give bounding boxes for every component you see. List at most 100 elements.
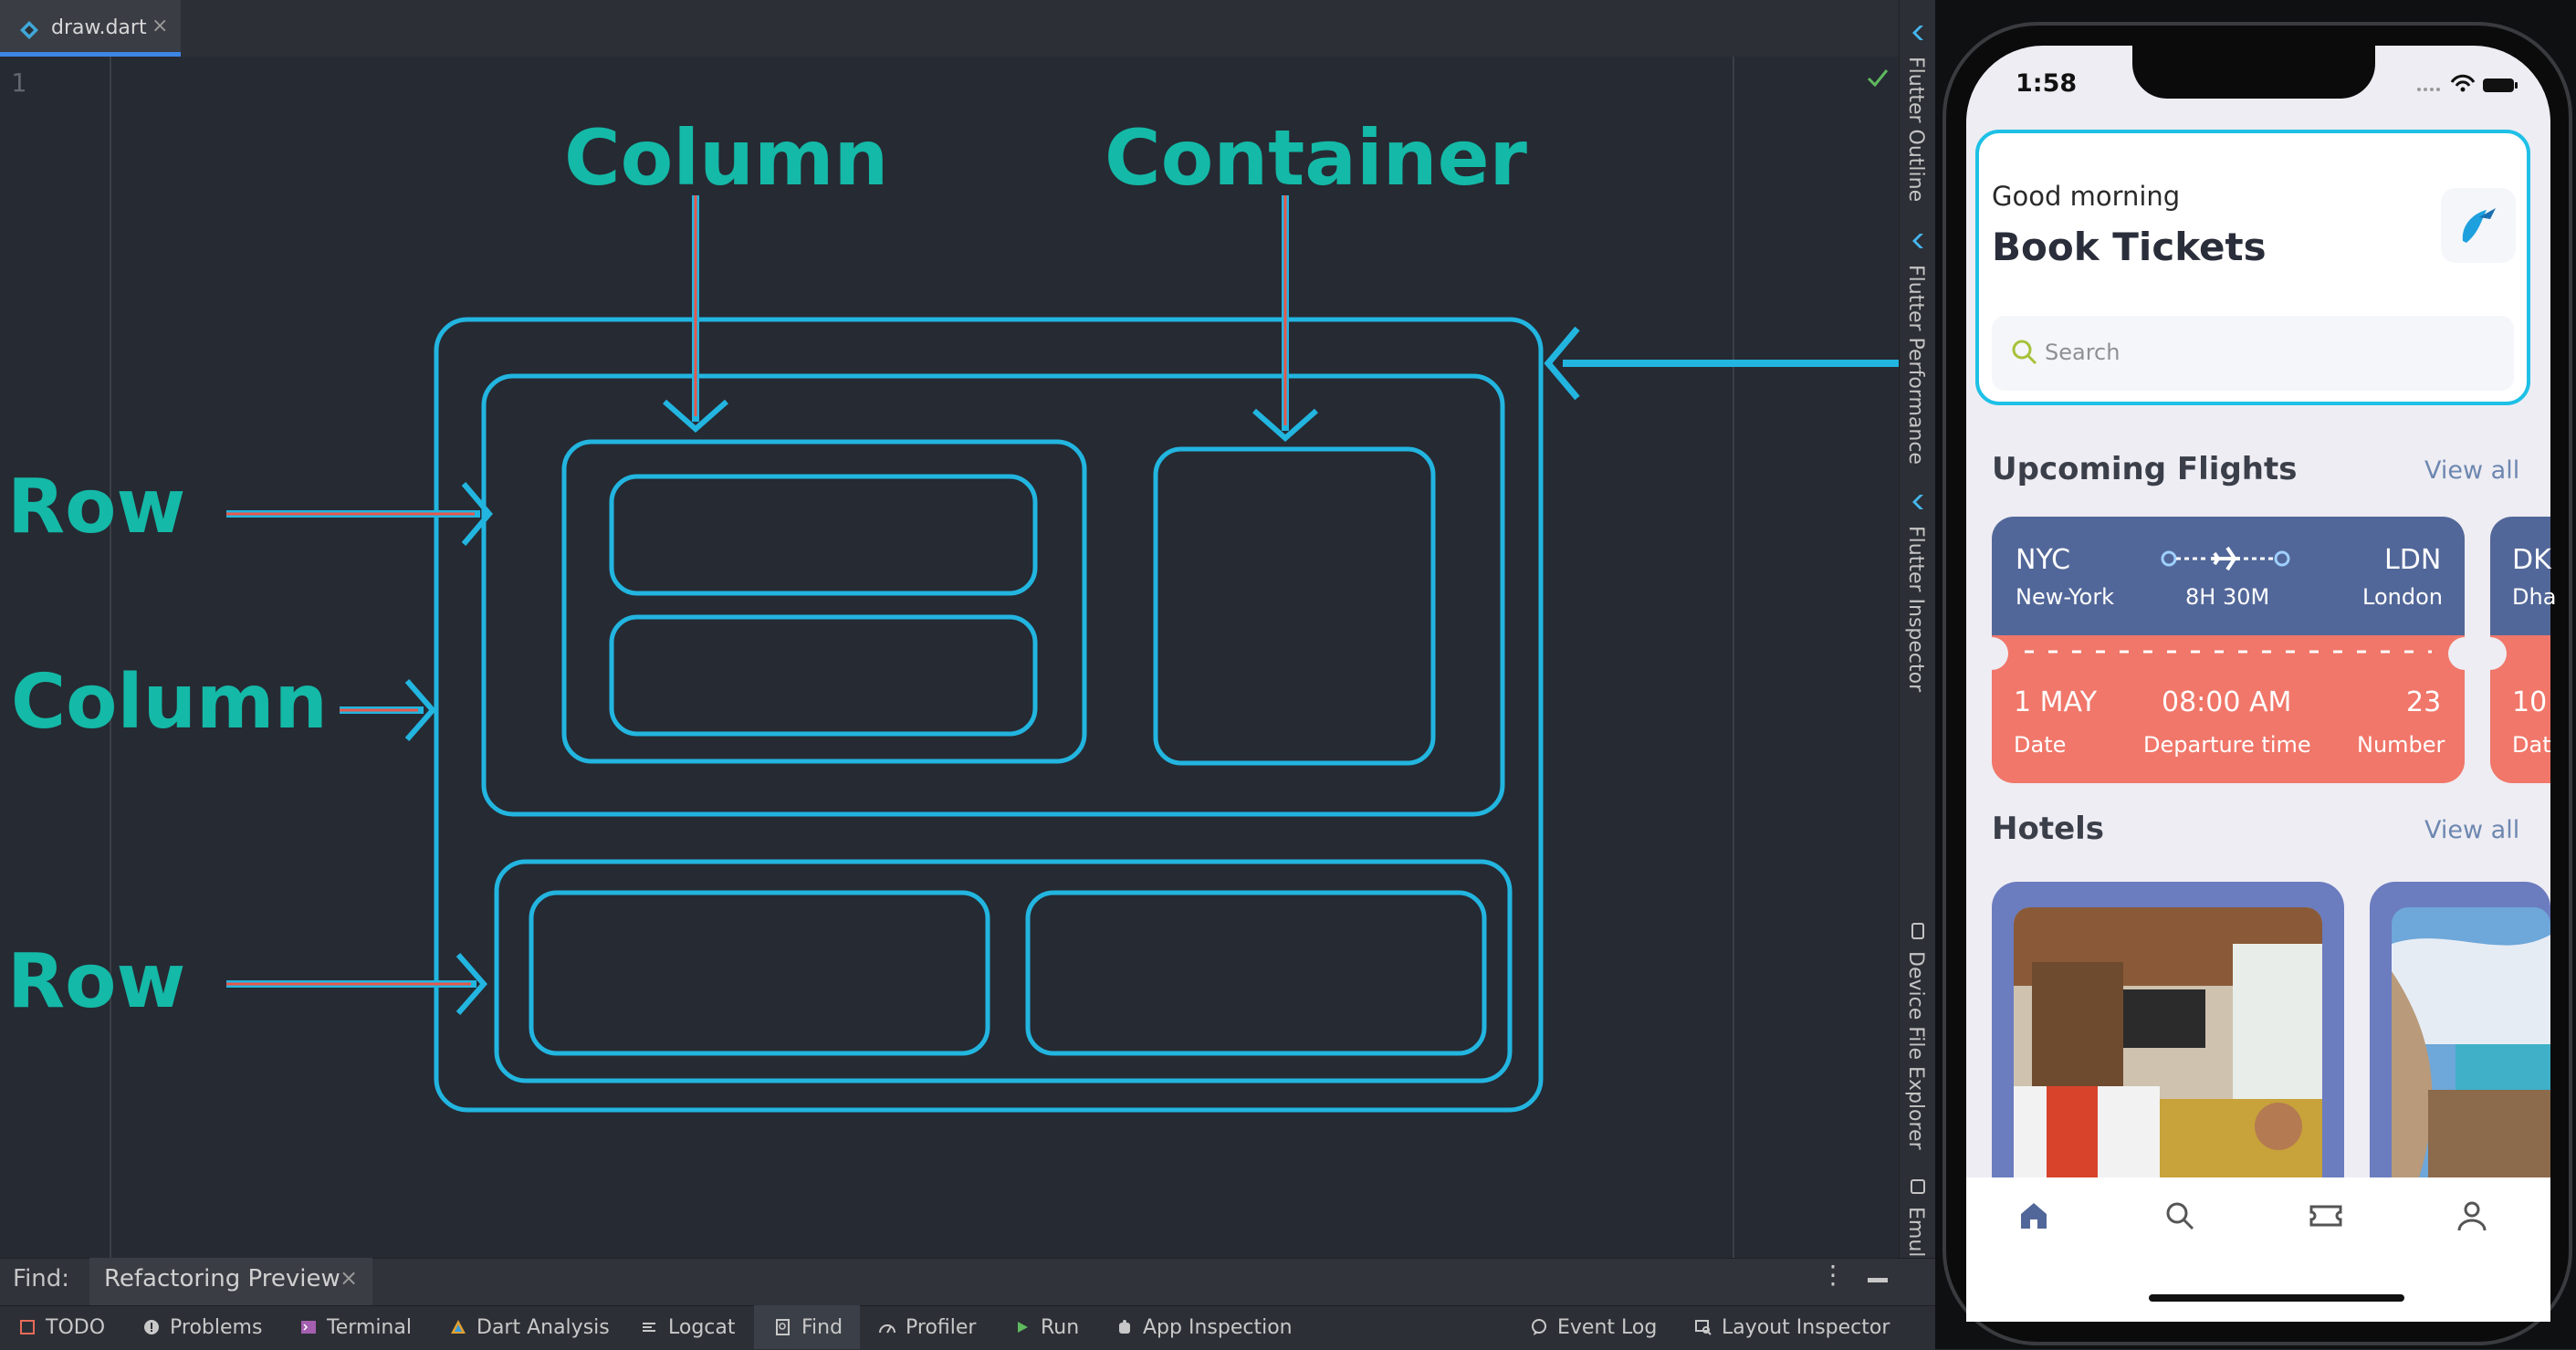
flutter-performance-icon	[1912, 234, 1923, 248]
refactoring-preview-close-icon[interactable]: ×	[340, 1265, 358, 1291]
terminal-icon	[301, 1321, 316, 1334]
logcat-icon	[643, 1323, 655, 1332]
ticket-perforation	[2025, 650, 2432, 654]
status-profiler[interactable]: Profiler	[878, 1305, 976, 1349]
run-icon	[1018, 1322, 1028, 1333]
find-icon	[776, 1319, 790, 1335]
minimize-icon[interactable]	[1868, 1278, 1888, 1282]
hotel-room-image	[2014, 907, 2322, 1177]
flight-number: 23	[2406, 686, 2442, 718]
flight-date: 1 MAY	[2014, 686, 2098, 718]
phone-notch	[2132, 42, 2375, 99]
status-event-log[interactable]: Event Log	[1530, 1305, 1657, 1349]
tool-device-file-explorer[interactable]: Device File Explorer	[1904, 951, 1927, 1150]
lower-item-left-box	[529, 890, 990, 1056]
status-terminal[interactable]: Terminal	[299, 1305, 412, 1349]
flight-path-plane-icon	[2161, 546, 2290, 571]
arrow-column-left	[340, 679, 436, 741]
greeting-text: Good morning	[1992, 181, 2181, 212]
event-log-icon	[1532, 1319, 1546, 1335]
status-dart-analysis[interactable]: Dart Analysis	[449, 1305, 610, 1349]
search-nav-icon[interactable]	[2162, 1198, 2198, 1234]
dart-file-icon	[20, 21, 38, 39]
status-dart-analysis-label: Dart Analysis	[476, 1315, 610, 1339]
ticket-notch-left	[1975, 637, 2008, 670]
status-event-log-label: Event Log	[1557, 1315, 1658, 1339]
flight2-from-code: DK	[2512, 544, 2551, 576]
status-app-inspection-label: App Inspection	[1143, 1315, 1293, 1339]
flight-from-city: New-York	[2016, 584, 2115, 610]
status-time: 1:58	[2016, 69, 2078, 98]
search-placeholder: Search	[2045, 340, 2120, 365]
emulator-icon	[1911, 1179, 1925, 1194]
home-icon[interactable]	[2016, 1198, 2052, 1234]
editor-tab-bar	[0, 0, 1899, 58]
inner-item-top-box	[609, 474, 1038, 596]
container-box	[1153, 446, 1436, 766]
flutter-outline-icon	[1912, 26, 1923, 40]
tab-close-icon[interactable]: ×	[152, 15, 168, 37]
arrow-from-phone	[1544, 326, 1935, 401]
upcoming-flights-title: Upcoming Flights	[1992, 451, 2298, 487]
status-problems[interactable]: Problems	[142, 1305, 262, 1349]
label-column-left: Column	[11, 659, 328, 746]
todo-icon	[20, 1320, 35, 1334]
label-row-upper: Row	[7, 464, 186, 550]
tool-flutter-outline[interactable]: Flutter Outline	[1904, 57, 1927, 202]
status-find[interactable]: Find	[774, 1305, 843, 1349]
flight-number-label: Number	[2357, 732, 2445, 758]
hotel-pool-image	[2392, 907, 2550, 1177]
profiler-icon	[879, 1324, 895, 1334]
lower-item-right-box	[1025, 890, 1487, 1056]
search-icon	[2012, 340, 2037, 365]
flight-from-code: NYC	[2016, 544, 2071, 576]
flight-to-city: London	[2362, 584, 2443, 610]
status-run-label: Run	[1041, 1315, 1080, 1339]
label-row-lower: Row	[7, 938, 186, 1025]
dart-analysis-icon	[451, 1320, 466, 1334]
book-tickets-title: Book Tickets	[1992, 225, 2267, 269]
arrow-container-top	[1252, 195, 1318, 443]
app-inspection-icon	[1119, 1320, 1130, 1334]
tab-draw-dart[interactable]: draw.dart ×	[0, 0, 181, 57]
arrow-row-upper	[226, 482, 493, 546]
problems-icon	[144, 1320, 159, 1334]
ticket2-notch-left	[2474, 637, 2507, 670]
profile-nav-icon[interactable]	[2454, 1198, 2490, 1234]
refactoring-preview-label: Refactoring Preview	[104, 1265, 340, 1292]
signal-wifi-battery-icon	[2417, 74, 2518, 92]
flight-ticket-card[interactable]	[1992, 517, 2465, 635]
flight-departure-label: Departure time	[2143, 732, 2311, 758]
flight-departure: 08:00 AM	[2162, 686, 2292, 718]
hotels-title: Hotels	[1992, 811, 2105, 847]
flight2-date-label: Dat	[2512, 732, 2551, 758]
status-layout-inspector[interactable]: Layout Inspector	[1694, 1305, 1890, 1349]
status-logcat[interactable]: Logcat	[641, 1305, 736, 1349]
flight-date-label: Date	[2014, 732, 2067, 758]
tool-flutter-inspector[interactable]: Flutter Inspector	[1904, 526, 1927, 692]
home-indicator	[2149, 1294, 2404, 1302]
flight-duration: 8H 30M	[2185, 584, 2270, 610]
label-column-top: Column	[564, 113, 889, 203]
layout-inspector-icon	[1695, 1320, 1712, 1335]
arrow-row-lower	[226, 953, 487, 1015]
ticket-nav-icon[interactable]	[2308, 1198, 2344, 1234]
status-todo[interactable]: TODO	[18, 1305, 105, 1349]
flights-view-all-link[interactable]: View all	[2424, 456, 2519, 485]
status-todo-label: TODO	[46, 1315, 106, 1339]
flight-ticket-card-2[interactable]	[2490, 517, 2550, 635]
find-label: Find:	[13, 1265, 70, 1292]
arrow-column-top	[663, 195, 728, 434]
status-run[interactable]: Run	[1013, 1305, 1079, 1349]
widget-layout-diagram	[226, 195, 1935, 1113]
status-find-label: Find	[801, 1315, 843, 1339]
more-options-icon[interactable]: ⋮	[1820, 1260, 1846, 1290]
inner-column-box	[561, 439, 1087, 764]
device-file-explorer-icon	[1911, 923, 1924, 939]
status-logcat-label: Logcat	[668, 1315, 736, 1339]
status-app-inspection[interactable]: App Inspection	[1115, 1305, 1293, 1349]
hotels-view-all-link[interactable]: View all	[2424, 816, 2519, 844]
status-terminal-label: Terminal	[327, 1315, 412, 1339]
status-layout-inspector-label: Layout Inspector	[1722, 1315, 1890, 1339]
tool-flutter-performance[interactable]: Flutter Performance	[1904, 265, 1927, 465]
